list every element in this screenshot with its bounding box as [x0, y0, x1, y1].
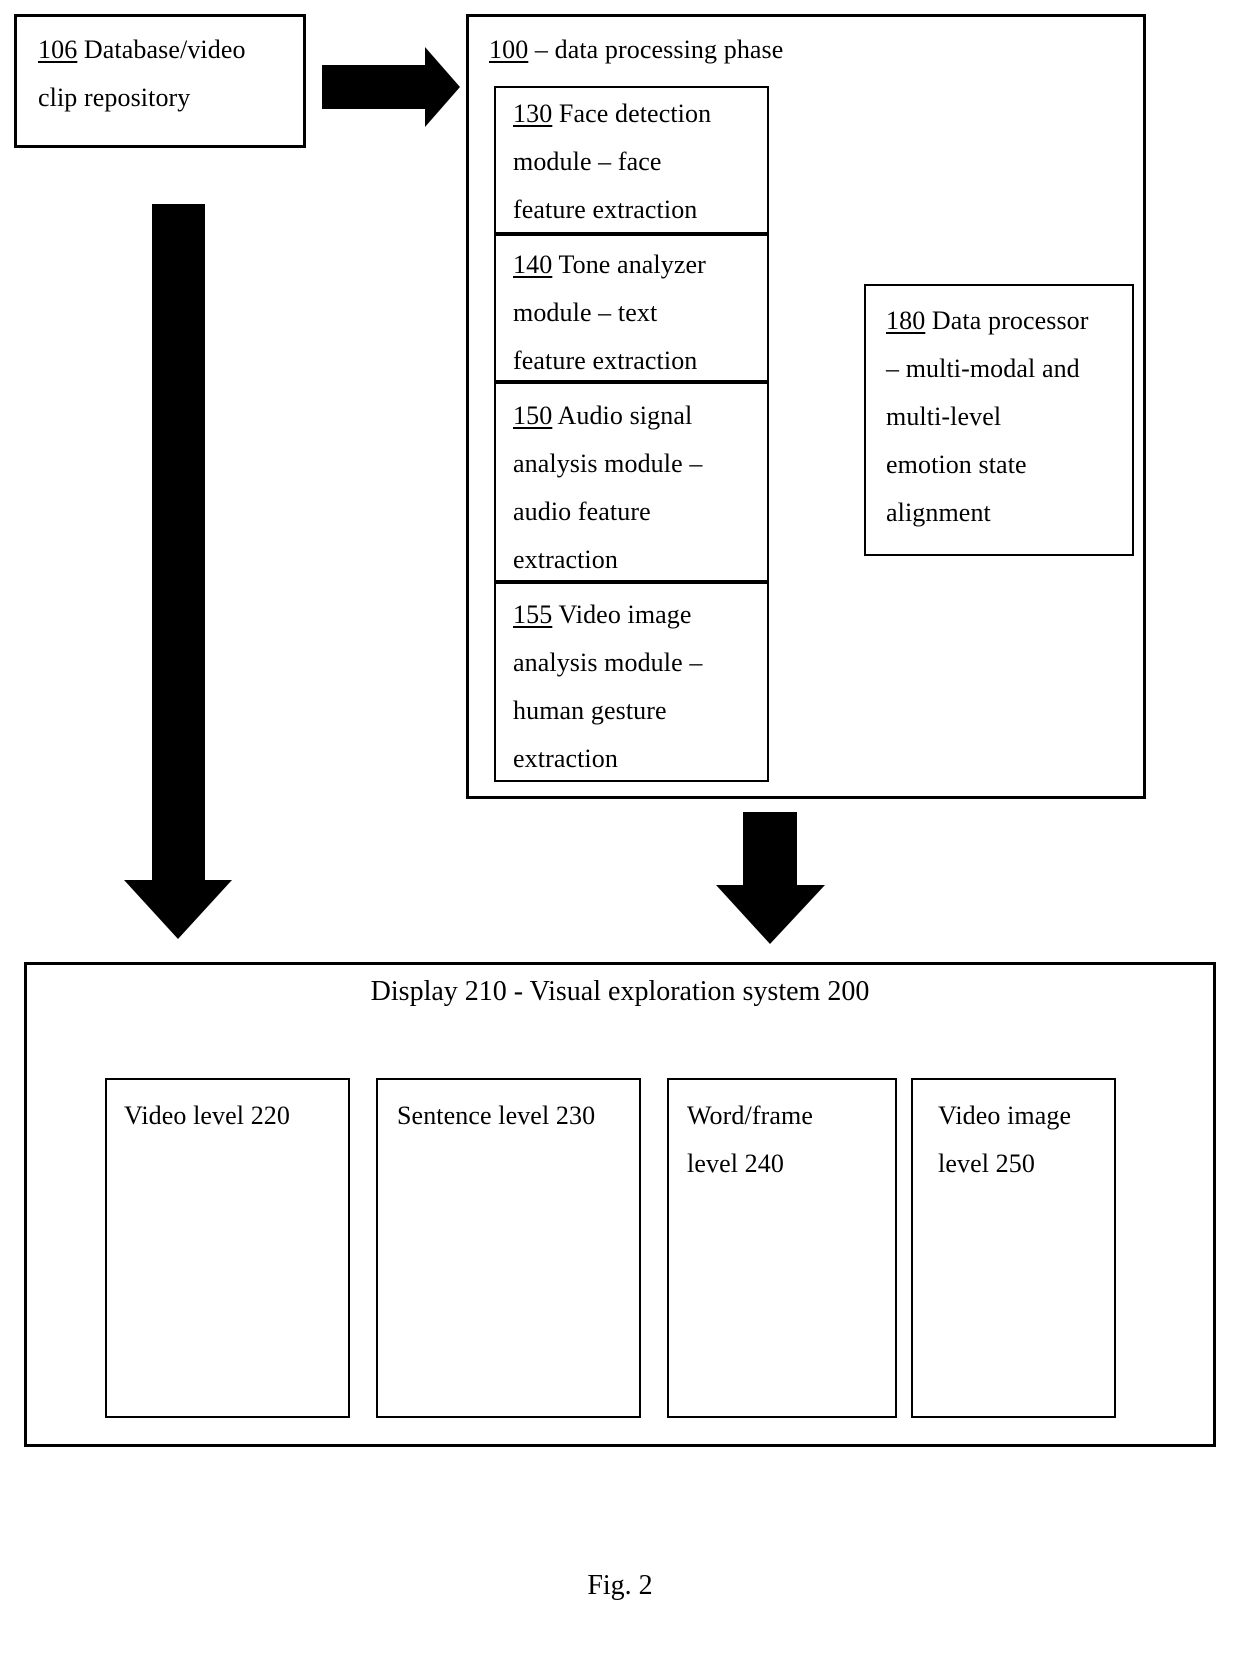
figure-caption: Fig. 2 [587, 1570, 653, 1601]
repository-ref: 106 [38, 35, 78, 64]
processing-phase-text: – data processing phase [528, 35, 784, 64]
level-label-word-frame: Word/frame level 240 [687, 1101, 813, 1178]
module-130-label: 130 Face detection module – face feature… [513, 90, 763, 234]
display-system-title: Display 210 - Visual exploration system … [370, 976, 870, 1007]
module-140-label: 140 Tone analyzer module – text feature … [513, 241, 763, 385]
module-130-ref: 130 [513, 99, 553, 128]
repository-label: 106 Database/video clip repository [38, 26, 300, 122]
module-150-label: 150 Audio signal analysis module – audio… [513, 392, 763, 584]
level-label-sentence: Sentence level 230 [397, 1101, 596, 1130]
module-155-label: 155 Video image analysis module – human … [513, 591, 763, 783]
level-label-video: Video level 220 [124, 1101, 291, 1130]
level-label-video-image: Video image level 250 [938, 1101, 1072, 1178]
thick-arrow-processing-to-display [716, 812, 825, 944]
data-processor-label: 180 Data processor – multi-modal and mul… [886, 297, 1130, 537]
thick-arrow-repo-to-processing [322, 47, 460, 127]
thick-arrow-repo-to-display [124, 204, 232, 939]
module-140-ref: 140 [513, 250, 553, 279]
module-150-ref: 150 [513, 401, 553, 430]
processing-phase-ref: 100 [489, 35, 529, 64]
data-processor-ref: 180 [886, 306, 926, 335]
data-processor-text: Data processor – multi-modal and multi-l… [886, 306, 1089, 527]
module-155-ref: 155 [513, 600, 553, 629]
figure-canvas: 106 Database/video clip repository 100 –… [0, 0, 1240, 1656]
processing-phase-label: 100 – data processing phase [489, 26, 1029, 74]
